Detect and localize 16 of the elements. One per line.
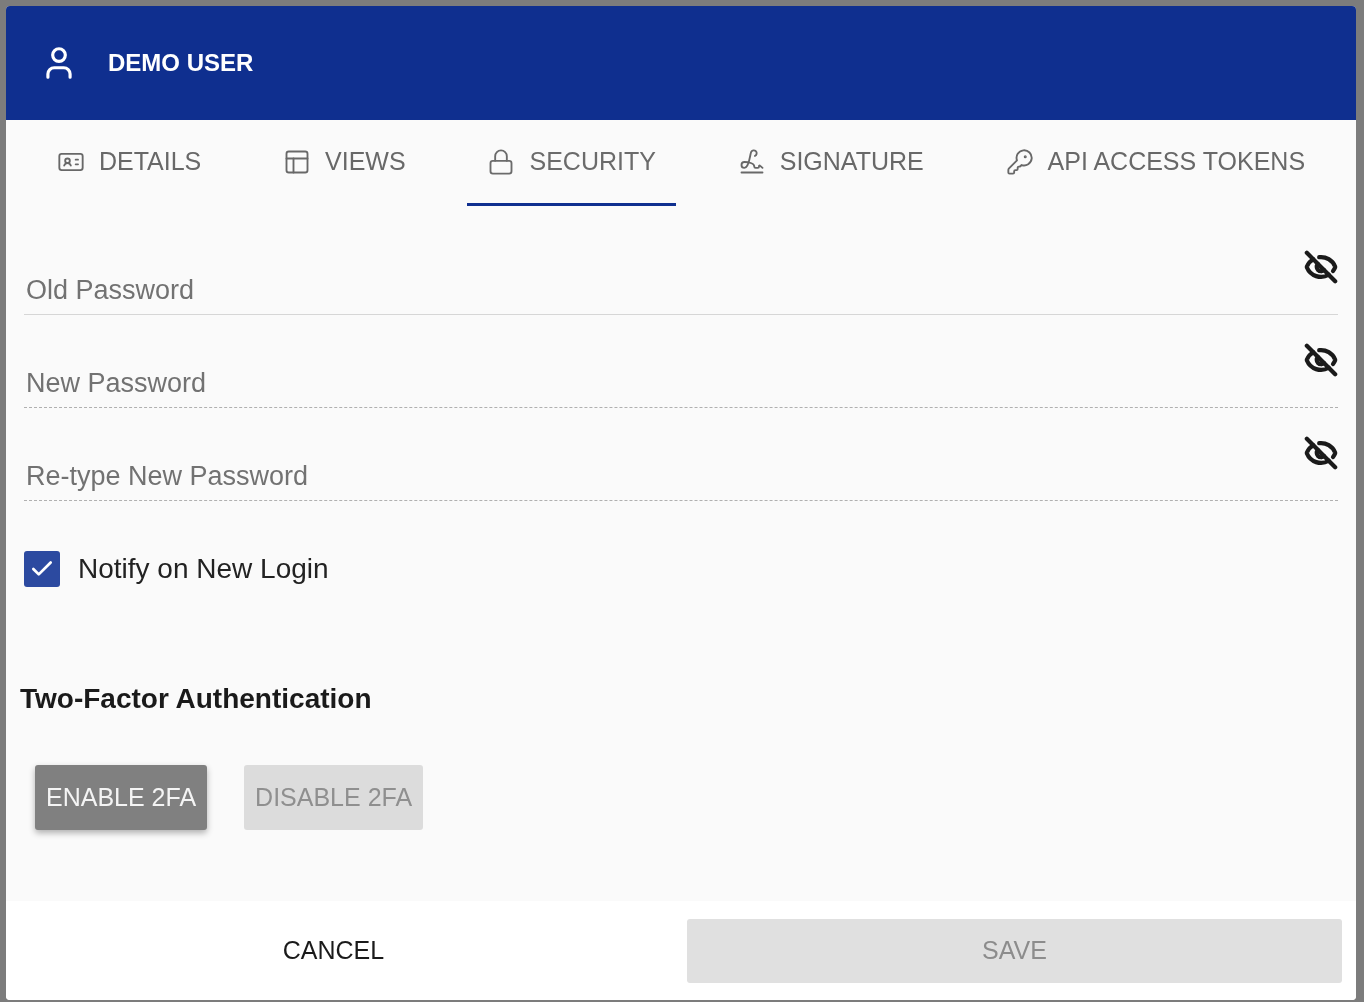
- checkbox-label: Notify on New Login: [78, 553, 329, 585]
- dialog-title: DEMO USER: [108, 49, 254, 77]
- password-field[interactable]: Old Password: [24, 275, 1338, 315]
- hide-password-icon[interactable]: [1304, 343, 1338, 377]
- key-icon: [1005, 147, 1034, 176]
- tab[interactable]: SIGNATURE: [717, 120, 944, 206]
- checkbox[interactable]: [24, 551, 60, 587]
- tab[interactable]: DETAILS: [36, 120, 222, 206]
- tab[interactable]: VIEWS: [263, 120, 426, 206]
- section-heading: Two-Factor Authentication: [20, 683, 373, 715]
- cancel-button[interactable]: CANCEL: [6, 918, 661, 983]
- tab[interactable]: API ACCESS TOKENS: [985, 120, 1326, 206]
- two-factor-button[interactable]: ENABLE 2FA: [35, 765, 208, 830]
- hide-password-icon[interactable]: [1304, 250, 1338, 284]
- hide-password-icon[interactable]: [1304, 436, 1338, 470]
- tab[interactable]: SECURITY: [467, 120, 676, 206]
